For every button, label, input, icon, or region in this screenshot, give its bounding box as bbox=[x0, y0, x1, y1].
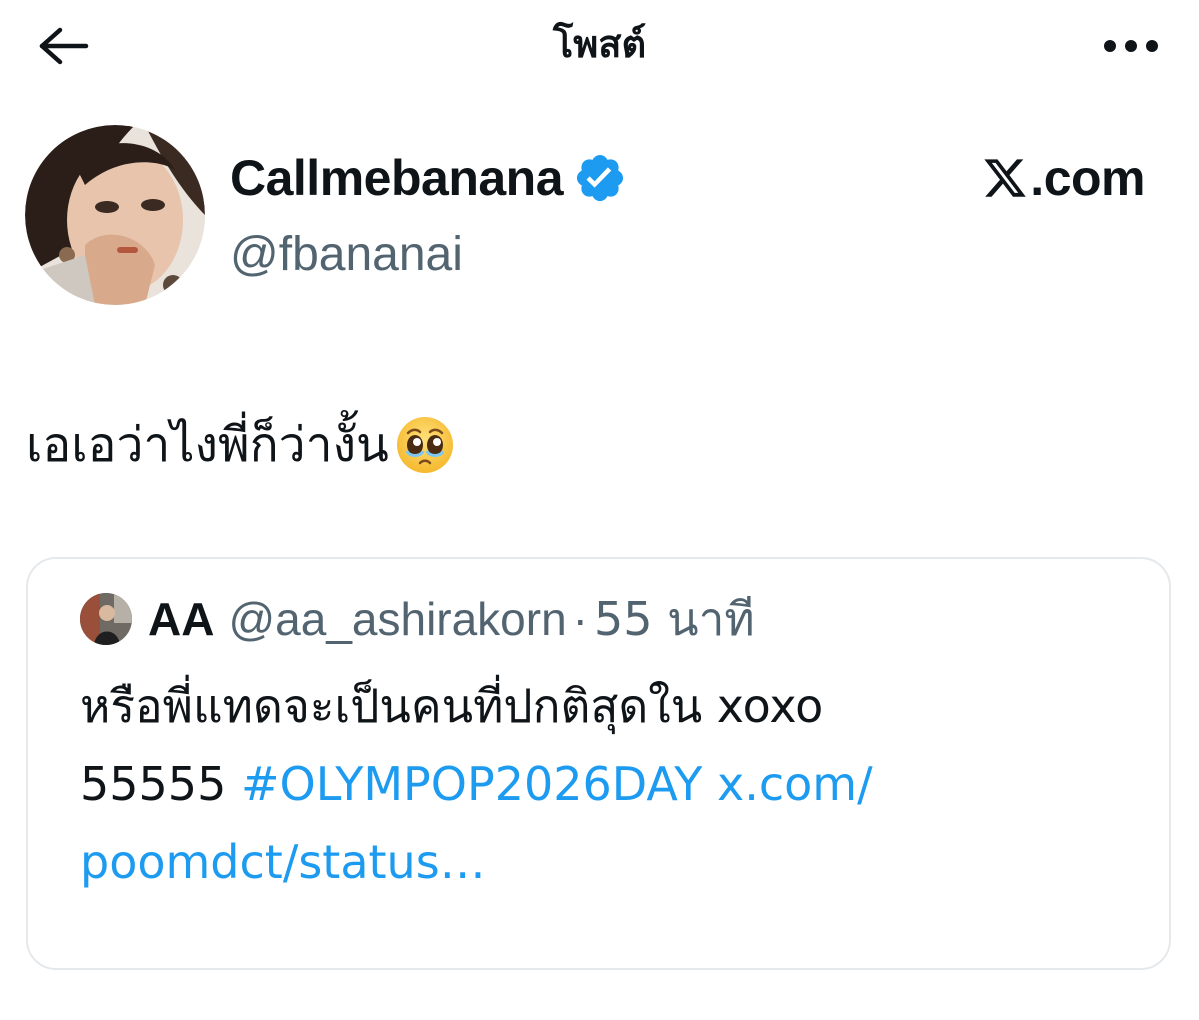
quoted-post-line-2: 55555 #OLYMPOP2026DAY x.com/ bbox=[80, 745, 1140, 823]
top-bar: โพสต์ bbox=[0, 0, 1199, 90]
quoted-author-handle: @aa_ashirakorn bbox=[228, 593, 567, 645]
quoted-post-time: 55 นาที bbox=[594, 591, 755, 646]
avatar-photo bbox=[25, 125, 205, 305]
url-link-part-1[interactable]: x.com/ bbox=[717, 757, 873, 811]
author-avatar[interactable] bbox=[25, 125, 205, 305]
brand-text: .com bbox=[1030, 150, 1145, 206]
separator-dot: · bbox=[572, 593, 588, 645]
quoted-author-avatar bbox=[80, 593, 132, 645]
quoted-post-card[interactable]: AA @aa_ashirakorn · 55 นาที หรือพี่แทดจะ… bbox=[26, 557, 1171, 970]
more-horizontal-icon bbox=[1104, 40, 1158, 52]
post-text: เอเอว่าไงพี่ก็ว่างั้น bbox=[26, 405, 455, 485]
quoted-post-line-2-text: 55555 bbox=[80, 757, 241, 811]
brand-watermark: .com bbox=[982, 148, 1145, 208]
more-options-button[interactable] bbox=[1099, 22, 1163, 70]
verified-badge-icon bbox=[573, 151, 627, 205]
url-link-part-2[interactable]: poomdct/status… bbox=[80, 835, 486, 889]
quoted-author-name: AA bbox=[148, 593, 215, 645]
pleading-face-emoji-icon bbox=[395, 415, 455, 475]
quoted-post-line-1: หรือพี่แทดจะเป็นคนที่ปกติสุดใน xoxo bbox=[80, 679, 824, 733]
page-title: โพสต์ bbox=[552, 22, 647, 66]
x-logo-icon bbox=[982, 155, 1028, 201]
author-handle[interactable]: @fbananai bbox=[230, 220, 463, 290]
quoted-post-body: หรือพี่แทดจะเป็นคนที่ปกติสุดใน xoxo 5555… bbox=[80, 667, 1140, 901]
quoted-post-header: AA @aa_ashirakorn · 55 นาที bbox=[80, 579, 755, 659]
display-name: Callmebanana bbox=[230, 150, 564, 206]
post-text-content: เอเอว่าไงพี่ก็ว่างั้น bbox=[26, 417, 389, 473]
quoted-post-line-3: poomdct/status… bbox=[80, 823, 1140, 901]
hashtag-link[interactable]: #OLYMPOP2026DAY bbox=[241, 757, 702, 811]
display-name-row[interactable]: Callmebanana bbox=[230, 143, 627, 213]
